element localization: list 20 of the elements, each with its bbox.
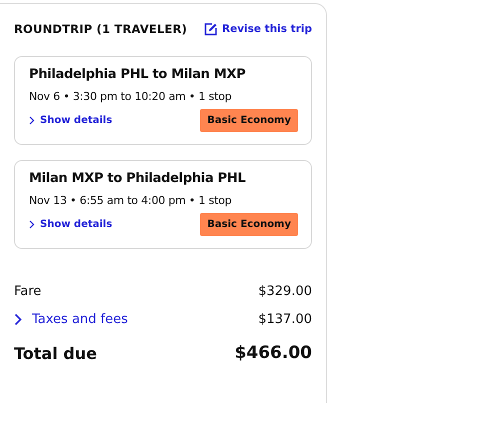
flight-route: Milan MXP to Philadelphia PHL: [29, 171, 246, 186]
taxes-link[interactable]: Taxes and fees: [14, 312, 128, 326]
total-label: Total due: [14, 344, 97, 362]
show-details-link[interactable]: Show details: [29, 115, 112, 126]
price-label: Fare: [14, 284, 42, 298]
chevron-icon: [14, 312, 22, 326]
price-amount: $329.00: [258, 284, 312, 298]
chevron-icon: [29, 220, 35, 229]
flight-details: Nov 13 • 6:55 am to 4:00 pm • 1 stop: [29, 194, 233, 207]
price-amount: $137.00: [258, 312, 312, 326]
show-details-link[interactable]: Show details: [29, 219, 112, 230]
summary-title: ROUNDTRIP (1 TRAVELER): [14, 22, 188, 36]
fare-class-badge: Basic Economy: [200, 109, 298, 132]
fare-class-badge: Basic Economy: [200, 213, 298, 236]
revise-link[interactable]: Revise this trip: [204, 22, 312, 36]
flight-route: Philadelphia PHL to Milan MXP: [29, 67, 246, 82]
total-amount: $466.00: [234, 343, 312, 363]
edit-icon: [204, 22, 218, 36]
flight-details: Nov 6 • 3:30 pm to 10:20 am • 1 stop: [29, 90, 233, 103]
chevron-icon: [29, 116, 35, 125]
